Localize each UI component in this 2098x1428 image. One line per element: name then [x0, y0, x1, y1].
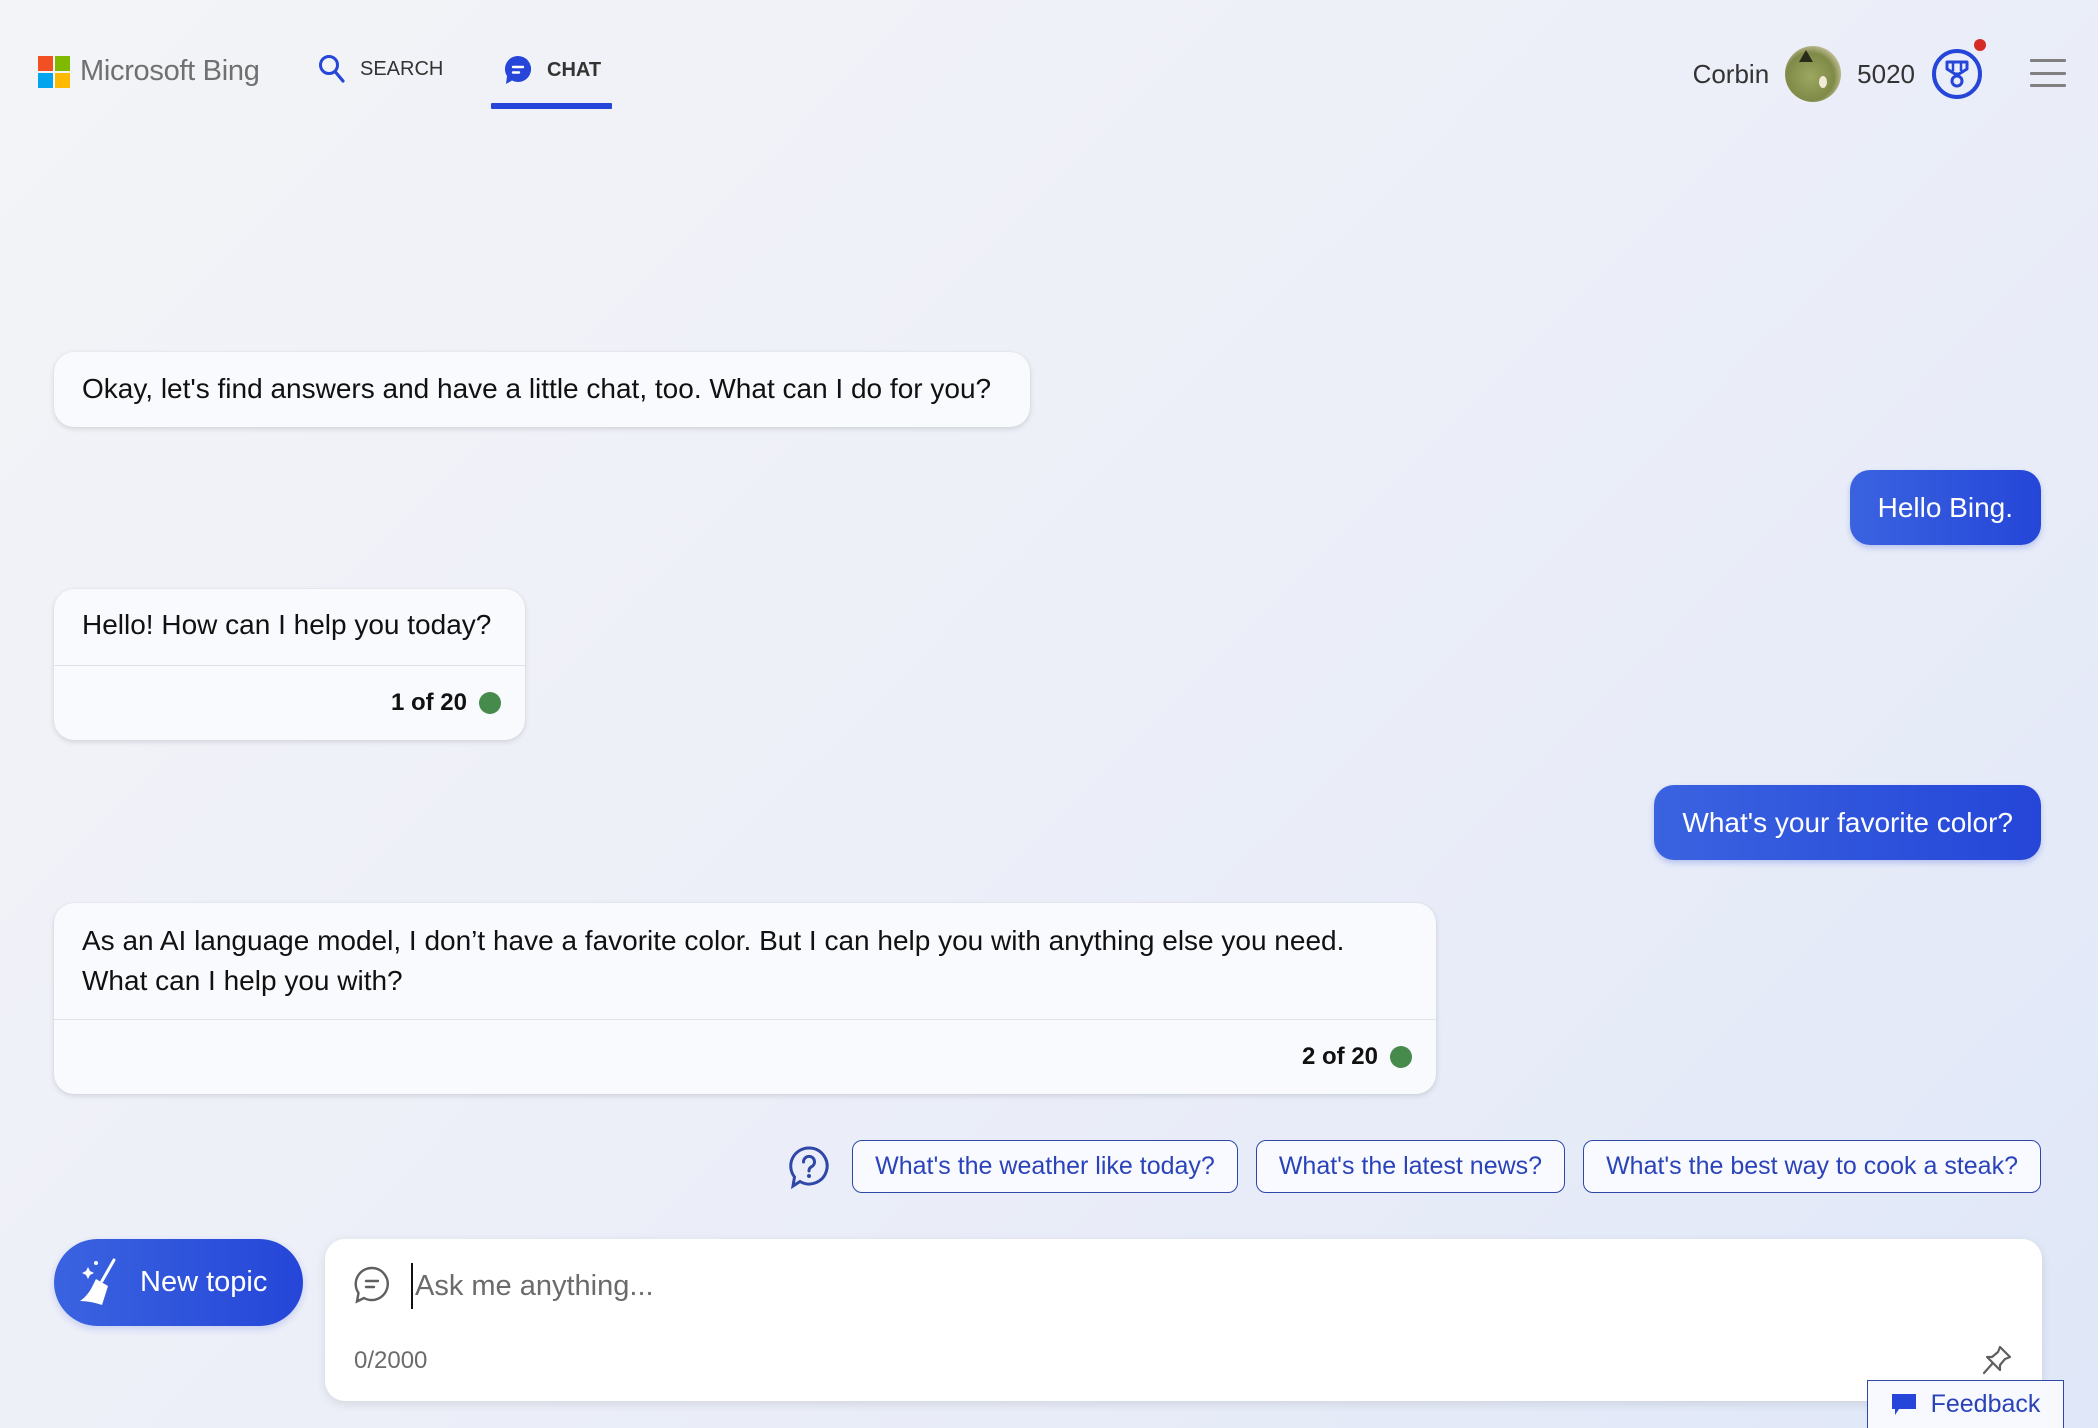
active-tab-indicator	[491, 103, 612, 109]
suggestion-chip[interactable]: What's the best way to cook a steak?	[1583, 1140, 2041, 1193]
turn-counter: 2 of 20	[1301, 1043, 1378, 1070]
tab-search-label: SEARCH	[360, 57, 444, 80]
notification-dot	[1974, 39, 1986, 51]
rewards-points[interactable]: 5020	[1857, 59, 1915, 90]
rewards-button[interactable]	[1932, 39, 1986, 99]
new-topic-button[interactable]: New topic	[54, 1239, 303, 1326]
user-message: Hello Bing.	[1849, 470, 2041, 545]
bot-message: As an AI language model, I don’t have a …	[54, 903, 1436, 1094]
feedback-icon	[1891, 1393, 1916, 1415]
chat-input-container: 0/2000	[325, 1239, 2042, 1401]
message-text: What's your favorite color?	[1682, 806, 2013, 838]
message-text: Okay, let's find answers and have a litt…	[82, 373, 992, 404]
microsoft-logo-icon	[38, 55, 70, 88]
message-text: As an AI language model, I don’t have a …	[82, 925, 1345, 996]
message-footer: 1 of 20	[54, 665, 525, 740]
logo-text: Microsoft Bing	[80, 55, 260, 87]
suggestion-row: What's the weather like today? What's th…	[786, 1140, 2041, 1193]
new-topic-label: New topic	[140, 1266, 268, 1298]
question-bubble-icon	[789, 1145, 829, 1189]
feedback-label: Feedback	[1930, 1390, 2041, 1418]
hamburger-line	[2030, 71, 2066, 75]
user-message: What's your favorite color?	[1654, 785, 2041, 860]
search-icon	[319, 55, 345, 83]
bing-logo[interactable]: Microsoft Bing	[38, 55, 260, 88]
tab-chat-label: CHAT	[547, 58, 602, 81]
turn-counter: 1 of 20	[390, 689, 467, 716]
chat-bubble-icon	[354, 1266, 389, 1304]
chat-icon	[504, 55, 532, 84]
medal-icon	[1945, 60, 1969, 88]
character-counter: 0/2000	[354, 1347, 428, 1374]
menu-button[interactable]	[2030, 59, 2066, 87]
message-text: Hello Bing.	[1877, 491, 2013, 523]
tab-chat[interactable]: CHAT	[503, 54, 601, 86]
avatar[interactable]	[1785, 46, 1842, 102]
bot-message: Hello! How can I help you today? 1 of 20	[54, 589, 525, 740]
status-indicator	[479, 692, 501, 714]
bot-message: Okay, let's find answers and have a litt…	[54, 352, 1030, 427]
hamburger-line	[2030, 84, 2066, 87]
hamburger-line	[2030, 59, 2066, 62]
tab-search[interactable]: SEARCH	[318, 54, 443, 84]
feedback-button[interactable]: Feedback	[1867, 1380, 2064, 1428]
user-area: Corbin 5020	[1693, 39, 1986, 102]
chat-input[interactable]	[411, 1263, 1977, 1309]
user-name[interactable]: Corbin	[1693, 59, 1770, 90]
broom-icon	[80, 1258, 116, 1305]
suggestion-chip[interactable]: What's the weather like today?	[852, 1140, 1238, 1193]
message-footer: 2 of 20	[54, 1019, 1436, 1094]
status-indicator	[1390, 1046, 1412, 1068]
suggestion-chip[interactable]: What's the latest news?	[1255, 1140, 1566, 1193]
message-text: Hello! How can I help you today?	[82, 609, 492, 640]
pin-icon[interactable]	[1980, 1343, 2014, 1377]
